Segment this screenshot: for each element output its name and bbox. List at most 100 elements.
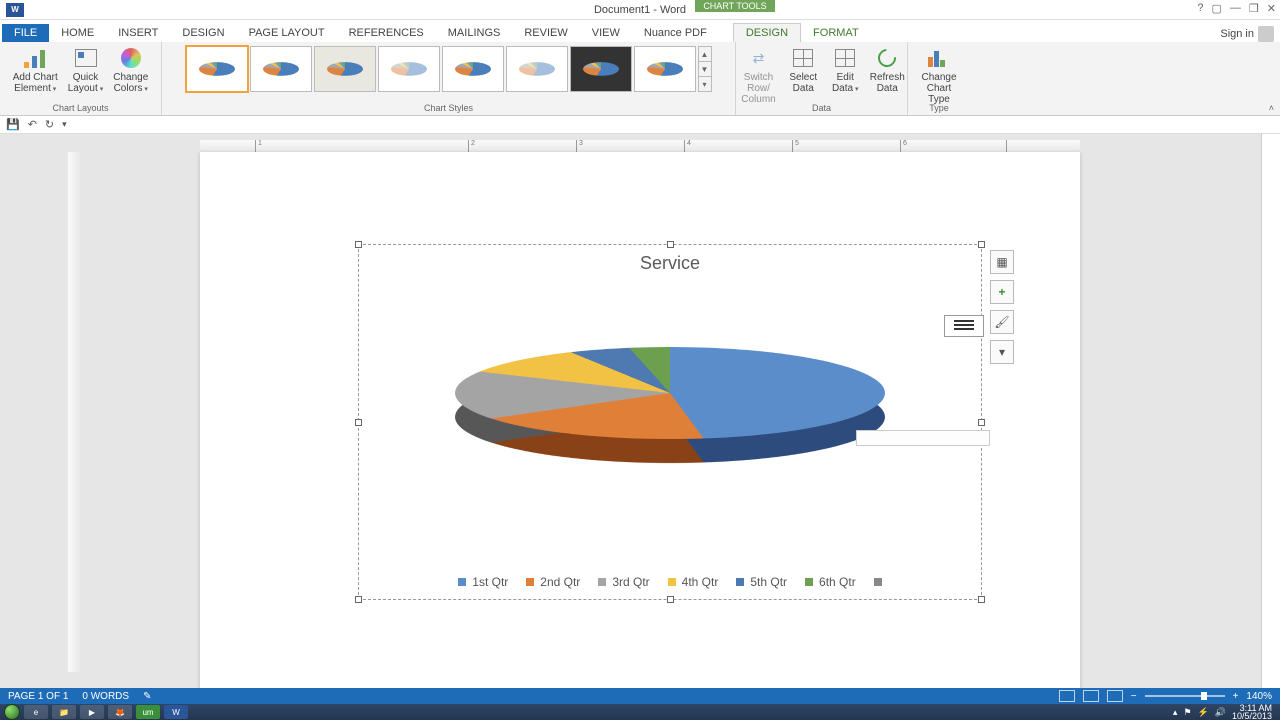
tab-view[interactable]: VIEW bbox=[580, 24, 632, 42]
resize-handle-n[interactable] bbox=[667, 241, 674, 248]
resize-handle-se[interactable] bbox=[978, 596, 985, 603]
layout-flyout-icon[interactable] bbox=[944, 315, 984, 337]
document-page[interactable]: Service 1st Qtr 2nd Qtr 3rd Qtr 4th Qtr … bbox=[200, 152, 1080, 688]
chart-style-7[interactable] bbox=[570, 46, 632, 92]
horizontal-ruler[interactable]: 1 2 3 4 5 6 bbox=[200, 140, 1080, 152]
start-button[interactable] bbox=[4, 704, 20, 720]
chart-filters-button[interactable]: ▾ bbox=[990, 340, 1014, 364]
chart-title[interactable]: Service bbox=[359, 253, 981, 274]
tab-chart-format[interactable]: FORMAT bbox=[801, 24, 871, 42]
tab-references[interactable]: REFERENCES bbox=[337, 24, 436, 42]
ribbon-tabs: FILE HOME INSERT DESIGN PAGE LAYOUT REFE… bbox=[0, 20, 1280, 42]
tab-insert[interactable]: INSERT bbox=[106, 24, 170, 42]
resize-handle-sw[interactable] bbox=[355, 596, 362, 603]
taskbar-ie-icon[interactable]: e bbox=[24, 705, 48, 719]
tab-review[interactable]: REVIEW bbox=[512, 24, 579, 42]
page-indicator[interactable]: PAGE 1 OF 1 bbox=[8, 691, 68, 702]
chart-styles-button[interactable]: 🖌 bbox=[990, 310, 1014, 334]
proofing-icon[interactable]: ✎ bbox=[143, 691, 151, 702]
taskbar-media-icon[interactable]: ▶ bbox=[80, 705, 104, 719]
select-data-button[interactable]: Select Data bbox=[783, 44, 823, 96]
help-icon[interactable]: ? bbox=[1197, 2, 1203, 15]
legend-item: 6th Qtr bbox=[805, 575, 856, 589]
save-icon[interactable]: 💾 bbox=[6, 118, 20, 131]
chart-style-2[interactable] bbox=[250, 46, 312, 92]
word-app-icon: W bbox=[6, 3, 24, 17]
system-clock[interactable]: 3:11 AM 10/5/2013 bbox=[1232, 704, 1272, 720]
resize-handle-nw[interactable] bbox=[355, 241, 362, 248]
chart-object[interactable]: Service 1st Qtr 2nd Qtr 3rd Qtr 4th Qtr … bbox=[358, 244, 982, 600]
refresh-data-button[interactable]: Refresh Data bbox=[867, 44, 907, 96]
legend-swatch bbox=[458, 578, 466, 586]
change-colors-button[interactable]: Change Colors bbox=[109, 44, 152, 97]
tab-home[interactable]: HOME bbox=[49, 24, 106, 42]
layout-options-button[interactable]: ▦ bbox=[990, 250, 1014, 274]
undo-icon[interactable]: ↶ bbox=[28, 118, 37, 131]
legend-swatch bbox=[736, 578, 744, 586]
chart-legend[interactable]: 1st Qtr 2nd Qtr 3rd Qtr 4th Qtr 5th Qtr … bbox=[359, 575, 981, 589]
taskbar-word-icon[interactable]: W bbox=[164, 705, 188, 719]
system-tray[interactable]: ▴ ⚑ ⚡ 🔊 3:11 AM 10/5/2013 bbox=[1173, 704, 1276, 720]
group-chart-layouts: Add Chart Element Quick Layout Change Co… bbox=[0, 42, 162, 115]
chart-style-1[interactable] bbox=[186, 46, 248, 92]
resize-handle-w[interactable] bbox=[355, 419, 362, 426]
legend-swatch bbox=[526, 578, 534, 586]
print-layout-button[interactable] bbox=[1083, 690, 1099, 702]
web-layout-button[interactable] bbox=[1107, 690, 1123, 702]
sign-in-link[interactable]: Sign in bbox=[1220, 26, 1274, 42]
chart-style-3[interactable] bbox=[314, 46, 376, 92]
word-status-bar: PAGE 1 OF 1 0 WORDS ✎ − + 140% bbox=[0, 688, 1280, 704]
chart-styles-scroller[interactable]: ▲▼▾ bbox=[698, 46, 712, 92]
edit-data-icon bbox=[835, 49, 855, 67]
tab-nuance-pdf[interactable]: Nuance PDF bbox=[632, 24, 719, 42]
redo-icon[interactable]: ↻ bbox=[45, 118, 54, 131]
zoom-slider[interactable] bbox=[1145, 695, 1225, 697]
tray-chevron-icon[interactable]: ▴ bbox=[1173, 707, 1178, 718]
ribbon-display-icon[interactable]: ▢ bbox=[1212, 2, 1222, 15]
add-element-icon bbox=[24, 48, 46, 68]
zoom-out-button[interactable]: − bbox=[1131, 691, 1137, 702]
qat-customize-icon[interactable]: ▾ bbox=[62, 119, 67, 130]
restore-icon[interactable]: ❐ bbox=[1249, 2, 1259, 15]
legend-item: 2nd Qtr bbox=[526, 575, 580, 589]
chart-style-6[interactable] bbox=[506, 46, 568, 92]
collapse-ribbon-icon[interactable]: ˄ bbox=[1269, 103, 1274, 113]
read-mode-button[interactable] bbox=[1059, 690, 1075, 702]
vertical-ruler[interactable] bbox=[68, 152, 80, 672]
minimize-icon[interactable]: — bbox=[1230, 2, 1241, 15]
chart-elements-button[interactable]: + bbox=[990, 280, 1014, 304]
switch-row-column-button[interactable]: ⇄ Switch Row/ Column bbox=[736, 44, 781, 107]
zoom-level[interactable]: 140% bbox=[1246, 691, 1272, 702]
taskbar-explorer-icon[interactable]: 📁 bbox=[52, 705, 76, 719]
add-chart-element-button[interactable]: Add Chart Element bbox=[9, 44, 62, 97]
quick-layout-button[interactable]: Quick Layout bbox=[64, 44, 108, 97]
resize-handle-s[interactable] bbox=[667, 596, 674, 603]
document-title: Document1 - Word bbox=[594, 4, 686, 16]
close-icon[interactable]: ✕ bbox=[1267, 2, 1276, 15]
taskbar-firefox-icon[interactable]: 🦊 bbox=[108, 705, 132, 719]
tray-flag-icon[interactable]: ⚑ bbox=[1183, 707, 1191, 718]
tab-file[interactable]: FILE bbox=[2, 24, 49, 42]
resize-handle-e[interactable] bbox=[978, 419, 985, 426]
tab-design[interactable]: DESIGN bbox=[170, 24, 236, 42]
pie-chart[interactable] bbox=[455, 288, 885, 548]
taskbar-app-icon[interactable]: um bbox=[136, 705, 160, 719]
chart-style-5[interactable] bbox=[442, 46, 504, 92]
tab-mailings[interactable]: MAILINGS bbox=[436, 24, 513, 42]
quick-layout-icon bbox=[75, 49, 97, 67]
tray-volume-icon[interactable]: 🔊 bbox=[1215, 707, 1226, 718]
edit-data-button[interactable]: Edit Data bbox=[825, 44, 865, 97]
chart-style-4[interactable] bbox=[378, 46, 440, 92]
select-data-icon bbox=[793, 49, 813, 67]
refresh-icon bbox=[875, 45, 900, 70]
chart-style-8[interactable] bbox=[634, 46, 696, 92]
word-count[interactable]: 0 WORDS bbox=[82, 691, 129, 702]
zoom-in-button[interactable]: + bbox=[1233, 691, 1239, 702]
tray-network-icon[interactable]: ⚡ bbox=[1198, 707, 1209, 718]
change-chart-type-button[interactable]: Change Chart Type bbox=[912, 44, 966, 107]
tab-chart-design[interactable]: DESIGN bbox=[733, 23, 801, 42]
change-colors-icon bbox=[121, 48, 141, 68]
resize-handle-ne[interactable] bbox=[978, 241, 985, 248]
group-chart-styles: ▲▼▾ Chart Styles bbox=[162, 42, 736, 115]
tab-page-layout[interactable]: PAGE LAYOUT bbox=[237, 24, 337, 42]
